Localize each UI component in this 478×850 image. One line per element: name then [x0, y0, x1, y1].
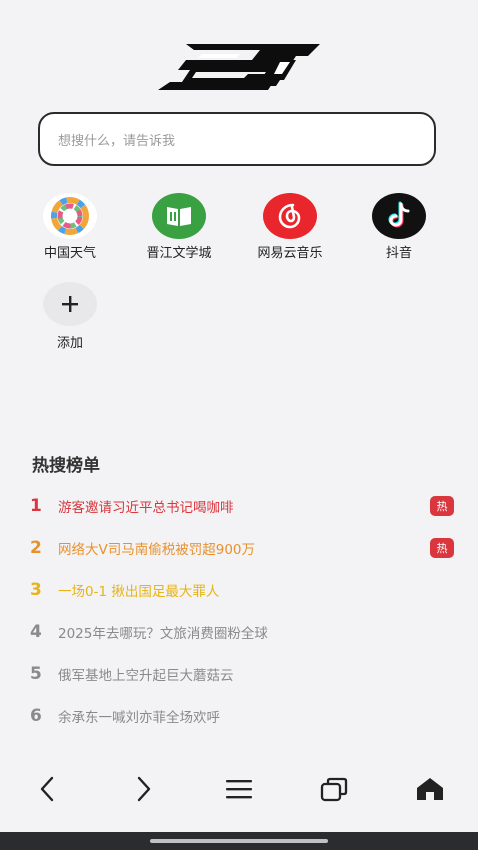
shortcut-label: 网易云音乐 [257, 246, 323, 261]
shortcut-jjwxc[interactable]: 晋江文学城 [129, 193, 229, 261]
hot-badge: 热 [430, 496, 454, 516]
tabs-icon [320, 777, 348, 802]
hot-rank: 5 [30, 664, 42, 684]
system-navigation-bar [0, 832, 478, 850]
home-icon [417, 778, 443, 800]
add-shortcut-button[interactable]: 添加 [20, 282, 120, 351]
home-button[interactable] [410, 764, 450, 814]
search-input[interactable]: 想搜什么，请告诉我 [38, 112, 436, 166]
hot-rank: 1 [30, 496, 42, 516]
hot-item-text: 网络大V司马南偷税被罚超900万 [58, 542, 256, 558]
tiktok-icon [372, 193, 426, 239]
chevron-right-icon [137, 776, 151, 802]
book-icon [152, 193, 206, 239]
back-button[interactable] [28, 764, 68, 814]
hot-rank: 2 [30, 538, 42, 558]
hot-badge: 热 [430, 538, 454, 558]
hot-rank: 4 [30, 622, 42, 642]
hot-list-item[interactable]: 4 2025年去哪玩？文旅消费圈粉全球 [30, 620, 454, 644]
forward-button[interactable] [123, 764, 163, 814]
home-indicator[interactable] [150, 839, 328, 843]
weather-pinwheel-icon [43, 193, 97, 239]
shortcut-label: 抖音 [385, 246, 412, 261]
plus-icon [43, 282, 97, 326]
hot-list-title: 热搜榜单 [32, 456, 100, 476]
hot-item-text: 余承东一喊刘亦菲全场欢呼 [58, 710, 220, 726]
hot-item-text: 一场0-1 揪出国足最大罪人 [58, 584, 220, 600]
search-placeholder: 想搜什么，请告诉我 [58, 133, 176, 149]
es-logo [158, 44, 320, 90]
shortcut-weather[interactable]: 中国天气 [20, 193, 120, 261]
hot-list-item[interactable]: 5 俄军基地上空升起巨大蘑菇云 [30, 662, 454, 686]
hot-rank: 6 [30, 706, 42, 726]
shortcut-label: 中国天气 [43, 246, 96, 261]
hot-list-item[interactable]: 3 一场0-1 揪出国足最大罪人 [30, 578, 454, 602]
shortcut-label: 晋江文学城 [146, 246, 212, 261]
tabs-button[interactable] [314, 764, 354, 814]
netease-music-icon [263, 193, 317, 239]
hot-list-item[interactable]: 2 网络大V司马南偷税被罚超900万 热 [30, 536, 454, 560]
hot-list-item[interactable]: 6 余承东一喊刘亦菲全场欢呼 [30, 704, 454, 728]
hot-item-text: 2025年去哪玩？文旅消费圈粉全球 [58, 626, 268, 642]
chevron-left-icon [40, 776, 54, 802]
hot-item-text: 游客邀请习近平总书记喝咖啡 [58, 500, 234, 516]
hot-list-item[interactable]: 1 游客邀请习近平总书记喝咖啡 热 [30, 494, 454, 518]
menu-icon [226, 780, 252, 799]
hot-item-text: 俄军基地上空升起巨大蘑菇云 [58, 668, 234, 684]
menu-button[interactable] [219, 764, 259, 814]
shortcut-douyin[interactable]: 抖音 [349, 193, 449, 261]
shortcut-label: 添加 [56, 336, 83, 351]
shortcut-netease-music[interactable]: 网易云音乐 [240, 193, 340, 261]
hot-rank: 3 [30, 580, 42, 600]
